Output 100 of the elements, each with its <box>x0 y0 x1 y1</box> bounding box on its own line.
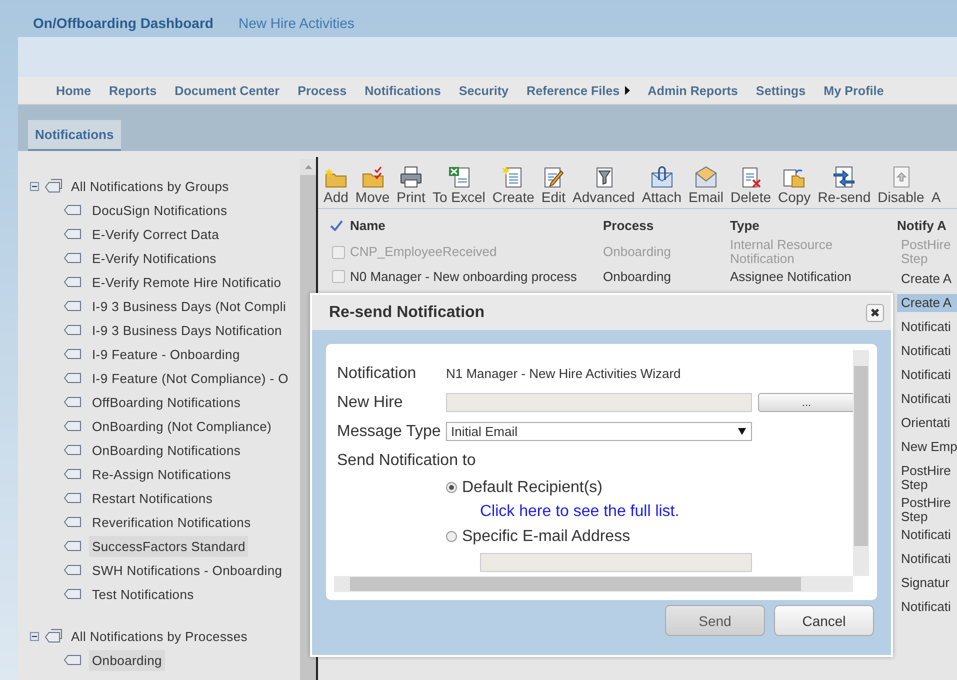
toolbar-button[interactable]: Add <box>320 165 352 205</box>
app-title[interactable]: On/Offboarding Dashboard <box>33 15 214 31</box>
nav-link[interactable]: Security <box>450 84 518 98</box>
toolbar-button[interactable]: Delete <box>727 165 774 205</box>
tree-item[interactable]: DocuSign Notifications <box>89 200 230 220</box>
toolbar-button[interactable]: Advanced <box>569 165 638 205</box>
radio-button[interactable] <box>446 482 457 493</box>
toolbar-button[interactable]: Print <box>393 165 429 205</box>
toolbar-button[interactable]: Disable <box>874 165 928 205</box>
radio-label[interactable]: Specific E-mail Address <box>462 528 630 546</box>
envelope-icon <box>650 165 674 189</box>
toolbar-button[interactable]: Create <box>488 165 538 205</box>
nav-link[interactable]: Admin Reports <box>638 84 747 98</box>
tag-icon <box>64 397 81 407</box>
toolbar-button[interactable]: Attach <box>638 165 686 205</box>
column-header[interactable]: Notify A <box>897 218 957 232</box>
tags-icon <box>45 629 62 643</box>
tag-icon <box>64 325 81 335</box>
table-cell[interactable]: PostHire Step <box>897 494 957 526</box>
tree-item[interactable]: I-9 3 Business Days Notification <box>89 320 285 340</box>
check-icon[interactable] <box>330 220 343 230</box>
toolbar-button[interactable]: Edit <box>538 165 570 205</box>
input-field[interactable] <box>446 393 752 412</box>
tree-item[interactable]: SWH Notifications - Onboarding <box>89 560 286 580</box>
table-cell[interactable]: Notificati <box>897 550 957 568</box>
nav-link[interactable]: Document Center <box>166 84 289 98</box>
tree-item[interactable]: E-Verify Remote Hire Notificatio <box>89 272 284 292</box>
toolbar-button[interactable]: To Excel <box>428 165 489 205</box>
field-label: Message Type <box>337 422 442 442</box>
tree-group[interactable]: All Notifications by Processes <box>68 626 251 646</box>
toolbar-button[interactable]: Re-send <box>814 165 874 205</box>
caret-icon <box>624 86 630 95</box>
tree-item[interactable]: E-Verify Notifications <box>89 248 220 268</box>
tree-item[interactable]: Restart Notifications <box>89 488 216 508</box>
toolbar-button[interactable]: Move <box>352 165 394 205</box>
tab[interactable]: Notifications <box>28 120 121 151</box>
nav-link[interactable]: My Profile <box>814 84 893 98</box>
tags-icon <box>45 179 62 193</box>
tree-item[interactable]: Reverification Notifications <box>89 512 254 532</box>
checkbox[interactable] <box>332 270 345 283</box>
table-cell-text: Onboarding <box>603 245 672 259</box>
collapse-icon[interactable] <box>30 632 39 640</box>
table-cell[interactable]: Signatur <box>897 574 957 592</box>
nav-link[interactable]: Reports <box>100 84 166 98</box>
tree-item[interactable]: OffBoarding Notifications <box>89 392 244 412</box>
radio-button[interactable] <box>446 531 457 542</box>
table-cell[interactable]: PostHire Step <box>897 462 957 494</box>
scrollbar[interactable] <box>334 576 853 592</box>
scroll-up-icon[interactable] <box>304 165 312 169</box>
close-button[interactable]: ✖ <box>866 304 884 322</box>
tree-group[interactable]: All Notifications by Groups <box>68 176 232 196</box>
tree-item[interactable]: I-9 Feature - Onboarding <box>89 344 243 364</box>
table-cell[interactable]: Notificati <box>897 390 957 408</box>
browse-button[interactable]: ... <box>758 393 853 412</box>
toolbar-button[interactable]: Copy <box>774 165 814 205</box>
dropdown[interactable]: Initial Email <box>446 422 752 441</box>
spreadsheet-icon <box>446 165 471 189</box>
table-cell[interactable]: Notificati <box>897 342 957 360</box>
full-list-link[interactable]: Click here to see the full list. <box>480 500 853 524</box>
table-cell[interactable]: Notificati <box>897 598 957 616</box>
cancel-button[interactable]: Cancel <box>774 605 874 636</box>
table-cell[interactable]: Notificati <box>897 526 957 544</box>
column-header[interactable]: Process <box>603 218 730 232</box>
tree-item[interactable]: I-9 3 Business Days (Not Compli <box>89 296 290 316</box>
tree-item[interactable]: I-9 Feature (Not Compliance) - O <box>89 368 292 388</box>
tree-item[interactable]: OnBoarding (Not Compliance) <box>89 416 275 436</box>
table-cell-text: Onboarding <box>603 270 672 284</box>
table-cell[interactable]: Orientati <box>897 414 957 432</box>
tag-icon <box>64 349 81 359</box>
input-field[interactable] <box>480 553 752 572</box>
tree-item[interactable]: Onboarding <box>89 650 165 670</box>
toolbar-button[interactable]: Email <box>685 165 728 205</box>
tree-item[interactable]: Re-Assign Notifications <box>89 464 234 484</box>
table-cell[interactable]: Create A <box>897 270 957 288</box>
tree-item[interactable]: OnBoarding Notifications <box>89 440 244 460</box>
tree-item[interactable]: E-Verify Correct Data <box>89 224 222 244</box>
nav-link[interactable]: Notifications <box>356 84 450 98</box>
table-cell[interactable]: New Emp <box>897 438 957 456</box>
nav-link[interactable]: Reference Files <box>518 84 639 98</box>
radio-label[interactable]: Default Recipient(s) <box>462 478 602 496</box>
arrows-icon <box>832 165 856 189</box>
column-header[interactable]: Name <box>350 218 603 232</box>
nav-link[interactable]: Process <box>288 84 356 98</box>
tag-icon <box>64 517 81 527</box>
table-cell[interactable]: Notificati <box>897 318 957 336</box>
tag-icon <box>64 229 81 239</box>
tree-item[interactable]: Test Notifications <box>89 584 197 604</box>
nav-link[interactable]: Home <box>47 84 100 98</box>
send-button[interactable]: Send <box>665 605 765 636</box>
scrollbar[interactable] <box>853 350 869 576</box>
table-cell[interactable]: Notificati <box>897 366 957 384</box>
tag-icon <box>64 589 81 599</box>
collapse-icon[interactable] <box>30 182 39 190</box>
column-header[interactable]: Type <box>730 218 897 232</box>
nav-link[interactable]: Settings <box>746 84 815 98</box>
toolbar-button[interactable]: A <box>928 189 944 205</box>
table-cell-text: N0 Manager - New onboarding process <box>350 270 578 284</box>
tree-item[interactable]: SuccessFactors Standard <box>89 536 248 556</box>
table-cell[interactable]: Create A <box>897 294 957 312</box>
section-label: Send Notification to <box>337 450 476 470</box>
